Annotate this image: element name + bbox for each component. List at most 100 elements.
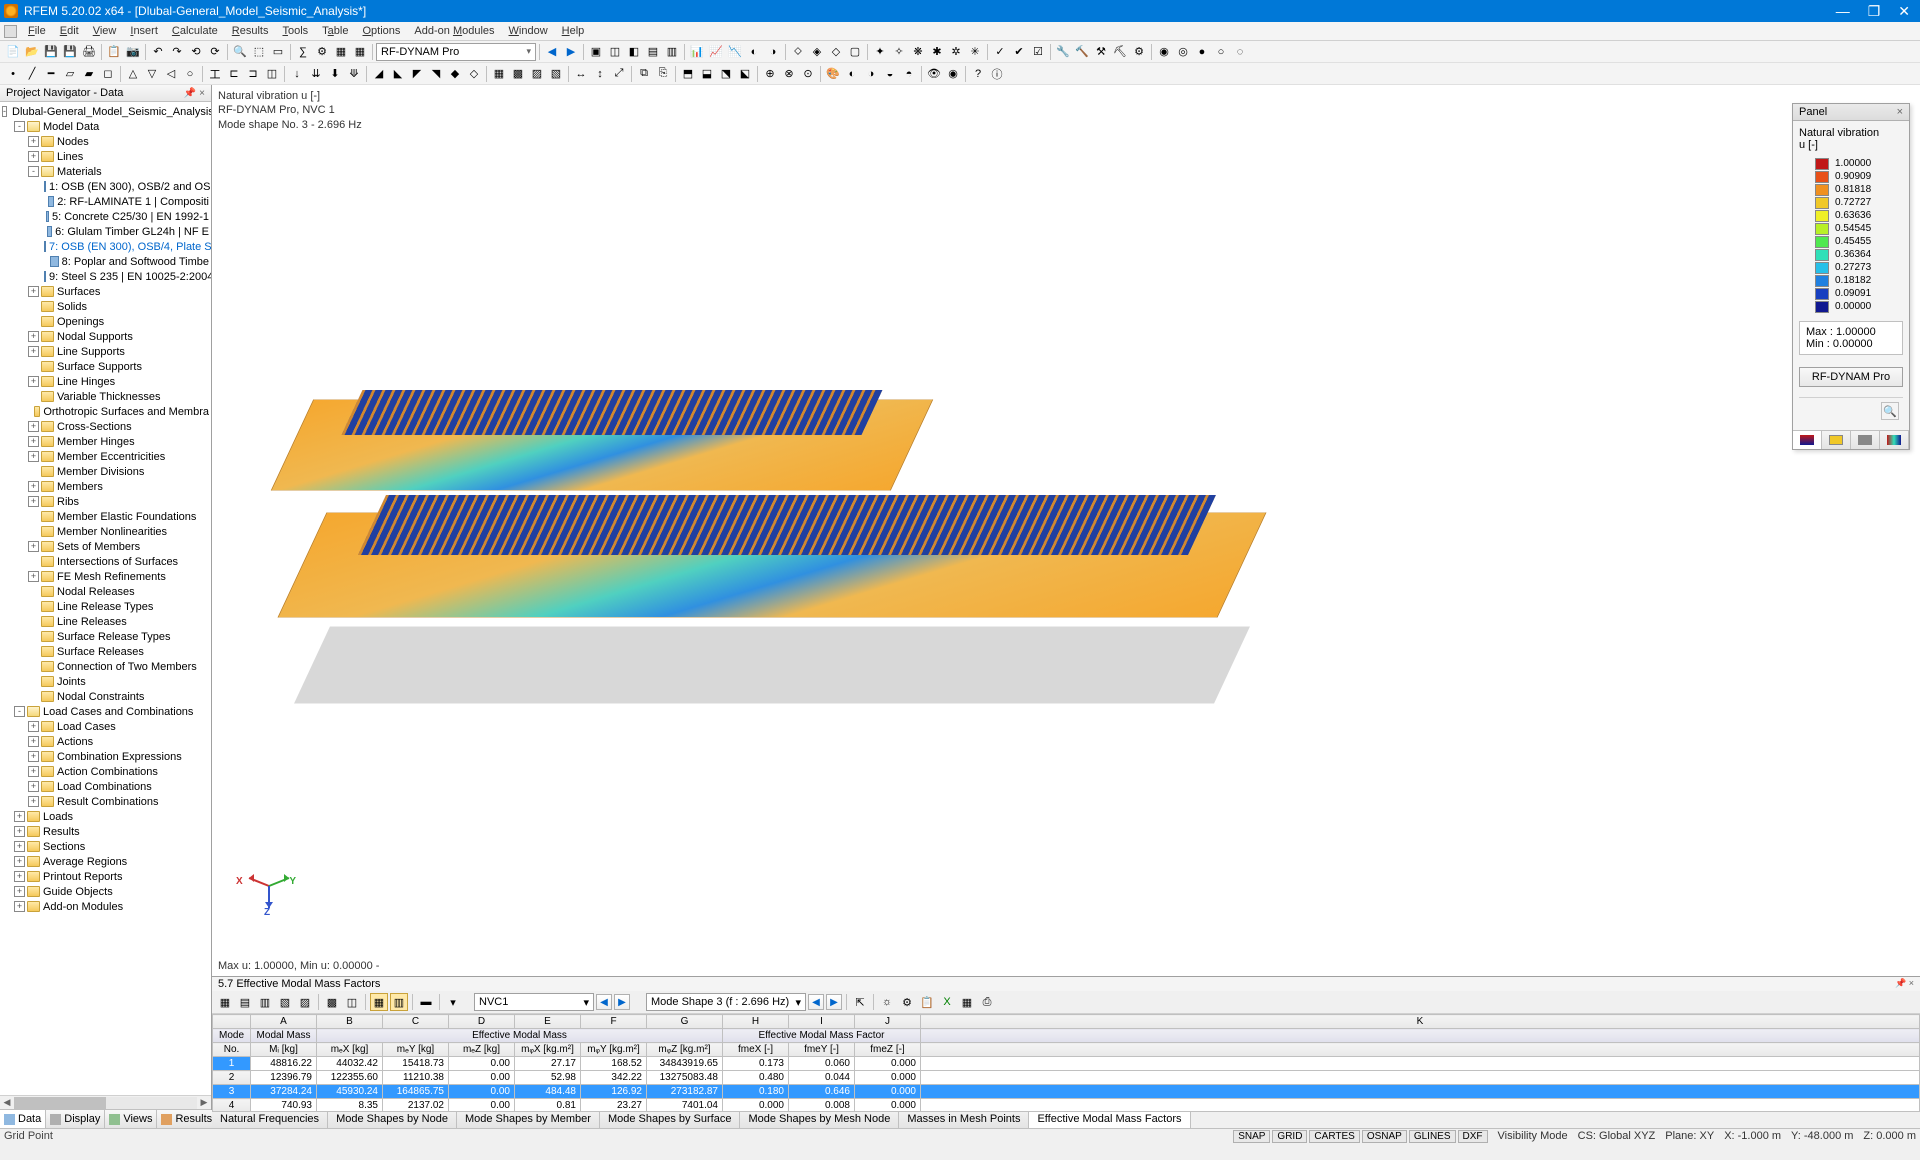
render2-icon[interactable]: ◫ bbox=[606, 43, 624, 61]
axis2-icon[interactable]: ⊗ bbox=[780, 65, 798, 83]
load1-icon[interactable]: ↓ bbox=[288, 65, 306, 83]
tree-node[interactable]: +Combination Expressions bbox=[0, 749, 211, 764]
tree-node[interactable]: Member Elastic Foundations bbox=[0, 509, 211, 524]
tool2-icon[interactable]: 🔨 bbox=[1073, 43, 1091, 61]
geom4-icon[interactable]: ◥ bbox=[427, 65, 445, 83]
geom5-icon[interactable]: ◆ bbox=[446, 65, 464, 83]
copy1-icon[interactable]: ⧉ bbox=[635, 65, 653, 83]
doc-tab[interactable]: Mode Shapes by Node bbox=[328, 1112, 457, 1128]
doc-tab[interactable]: Mode Shapes by Surface bbox=[600, 1112, 741, 1128]
table-combo-mode[interactable]: Mode Shape 3 (f : 2.696 Hz)▾ bbox=[646, 993, 806, 1011]
panel-close-icon[interactable]: × bbox=[1897, 106, 1903, 118]
geom2-icon[interactable]: ◣ bbox=[389, 65, 407, 83]
dim2-icon[interactable]: ↕ bbox=[591, 65, 609, 83]
ext4-icon[interactable]: ○ bbox=[1212, 43, 1230, 61]
render5-icon[interactable]: ▥ bbox=[663, 43, 681, 61]
view4-icon[interactable]: ▢ bbox=[846, 43, 864, 61]
table-combo-nvc[interactable]: NVC1▾ bbox=[474, 993, 594, 1011]
tool3-icon[interactable]: ⚒ bbox=[1092, 43, 1110, 61]
results4-icon[interactable]: ◐ bbox=[745, 43, 763, 61]
status-snap[interactable]: SNAP bbox=[1233, 1130, 1270, 1143]
navigator-hscroll[interactable]: ◀▶ bbox=[0, 1095, 211, 1109]
render1-icon[interactable]: ▣ bbox=[587, 43, 605, 61]
screenshot-icon[interactable]: 📷 bbox=[124, 43, 142, 61]
tt-icon-2[interactable]: ▤ bbox=[236, 993, 254, 1011]
ext3-icon[interactable]: ● bbox=[1193, 43, 1211, 61]
render3-icon[interactable]: ◧ bbox=[625, 43, 643, 61]
nav-tab-results[interactable]: Results bbox=[157, 1110, 217, 1128]
tree-node[interactable]: +FE Mesh Refinements bbox=[0, 569, 211, 584]
module-combo[interactable]: RF-DYNAM Pro▾ bbox=[376, 43, 536, 61]
tree-node[interactable]: +Action Combinations bbox=[0, 764, 211, 779]
tt-icon-14[interactable]: ⚙ bbox=[898, 993, 916, 1011]
mesh3-icon[interactable]: ▨ bbox=[528, 65, 546, 83]
doc-tab[interactable]: Mode Shapes by Mesh Node bbox=[740, 1112, 899, 1128]
tree-node[interactable]: Member Divisions bbox=[0, 464, 211, 479]
tree-node[interactable]: Line Releases bbox=[0, 614, 211, 629]
table-nav-next1[interactable]: ▶ bbox=[614, 994, 630, 1010]
tree-node[interactable]: +Line Hinges bbox=[0, 374, 211, 389]
geom6-icon[interactable]: ◇ bbox=[465, 65, 483, 83]
section1-icon[interactable]: ⬒ bbox=[679, 65, 697, 83]
prev-icon[interactable]: ▶ bbox=[562, 43, 580, 61]
mdi-system-icon[interactable] bbox=[4, 25, 17, 38]
cs2-icon[interactable]: ⊏ bbox=[225, 65, 243, 83]
support2-icon[interactable]: ▽ bbox=[143, 65, 161, 83]
minimize-button[interactable]: — bbox=[1836, 3, 1850, 20]
panel-tab-1[interactable] bbox=[1793, 431, 1822, 449]
tt-icon-7[interactable]: ◫ bbox=[343, 993, 361, 1011]
zoomwin-icon[interactable]: ⬚ bbox=[250, 43, 268, 61]
tree-node[interactable]: Intersections of Surfaces bbox=[0, 554, 211, 569]
menu-file[interactable]: File bbox=[21, 23, 53, 39]
results5-icon[interactable]: ◑ bbox=[764, 43, 782, 61]
tt-icon-1[interactable]: ▦ bbox=[216, 993, 234, 1011]
tree-node[interactable]: -Materials bbox=[0, 164, 211, 179]
tree-node[interactable]: 5: Concrete C25/30 | EN 1992-1 bbox=[0, 209, 211, 224]
geom3-icon[interactable]: ◤ bbox=[408, 65, 426, 83]
tree-node[interactable]: +Average Regions bbox=[0, 854, 211, 869]
first-icon[interactable]: ◀ bbox=[543, 43, 561, 61]
vis1-icon[interactable]: 👁 bbox=[925, 65, 943, 83]
menu-results[interactable]: Results bbox=[225, 23, 276, 39]
doc-tab[interactable]: Mode Shapes by Member bbox=[457, 1112, 600, 1128]
tree-node[interactable]: Connection of Two Members bbox=[0, 659, 211, 674]
tree-node[interactable]: +Nodes bbox=[0, 134, 211, 149]
tree-node[interactable]: +Line Supports bbox=[0, 344, 211, 359]
view3-icon[interactable]: ◇ bbox=[827, 43, 845, 61]
tree-node[interactable]: Openings bbox=[0, 314, 211, 329]
menu-calculate[interactable]: Calculate bbox=[165, 23, 225, 39]
hinge-icon[interactable]: ○ bbox=[181, 65, 199, 83]
menu-options[interactable]: Options bbox=[355, 23, 407, 39]
misc6-icon[interactable]: ✳ bbox=[966, 43, 984, 61]
tool4-icon[interactable]: ⛏ bbox=[1111, 43, 1129, 61]
table-nav-prev2[interactable]: ◀ bbox=[808, 994, 824, 1010]
status-glines[interactable]: GLINES bbox=[1409, 1130, 1456, 1143]
open-icon[interactable]: 📂 bbox=[23, 43, 41, 61]
tt-icon-11[interactable]: ▾ bbox=[444, 993, 462, 1011]
tree-node[interactable]: +Loads bbox=[0, 809, 211, 824]
grid-icon[interactable]: ▦ bbox=[351, 43, 369, 61]
vis2-icon[interactable]: ◉ bbox=[944, 65, 962, 83]
report-icon[interactable]: 📋 bbox=[105, 43, 123, 61]
tool1-icon[interactable]: 🔧 bbox=[1054, 43, 1072, 61]
data-table[interactable]: ABC DEF GHI JK Mode Modal Mass Effective… bbox=[212, 1014, 1920, 1111]
misc5-icon[interactable]: ✲ bbox=[947, 43, 965, 61]
panel-tab-4[interactable] bbox=[1880, 431, 1909, 449]
tree-node[interactable]: +Member Eccentricities bbox=[0, 449, 211, 464]
tree-node[interactable]: +Results bbox=[0, 824, 211, 839]
ext5-icon[interactable]: ◌ bbox=[1231, 43, 1249, 61]
tree-node[interactable]: +Actions bbox=[0, 734, 211, 749]
tables-icon[interactable]: ▦ bbox=[332, 43, 350, 61]
doc-tab[interactable]: Natural Frequencies bbox=[212, 1112, 328, 1128]
menu-window[interactable]: Window bbox=[502, 23, 555, 39]
results3-icon[interactable]: 📉 bbox=[726, 43, 744, 61]
table-nav-prev1[interactable]: ◀ bbox=[596, 994, 612, 1010]
mesh2-icon[interactable]: ▩ bbox=[509, 65, 527, 83]
tree-node[interactable]: 2: RF-LAMINATE 1 | Compositi bbox=[0, 194, 211, 209]
undo-icon[interactable]: ↶ bbox=[149, 43, 167, 61]
section2-icon[interactable]: ⬓ bbox=[698, 65, 716, 83]
table-row[interactable]: 4740.938.352137.020.000.8123.277401.040.… bbox=[213, 1099, 1920, 1112]
tt-icon-17[interactable]: ▦ bbox=[958, 993, 976, 1011]
doc-tab[interactable]: Effective Modal Mass Factors bbox=[1029, 1112, 1190, 1128]
misc2-icon[interactable]: ✧ bbox=[890, 43, 908, 61]
